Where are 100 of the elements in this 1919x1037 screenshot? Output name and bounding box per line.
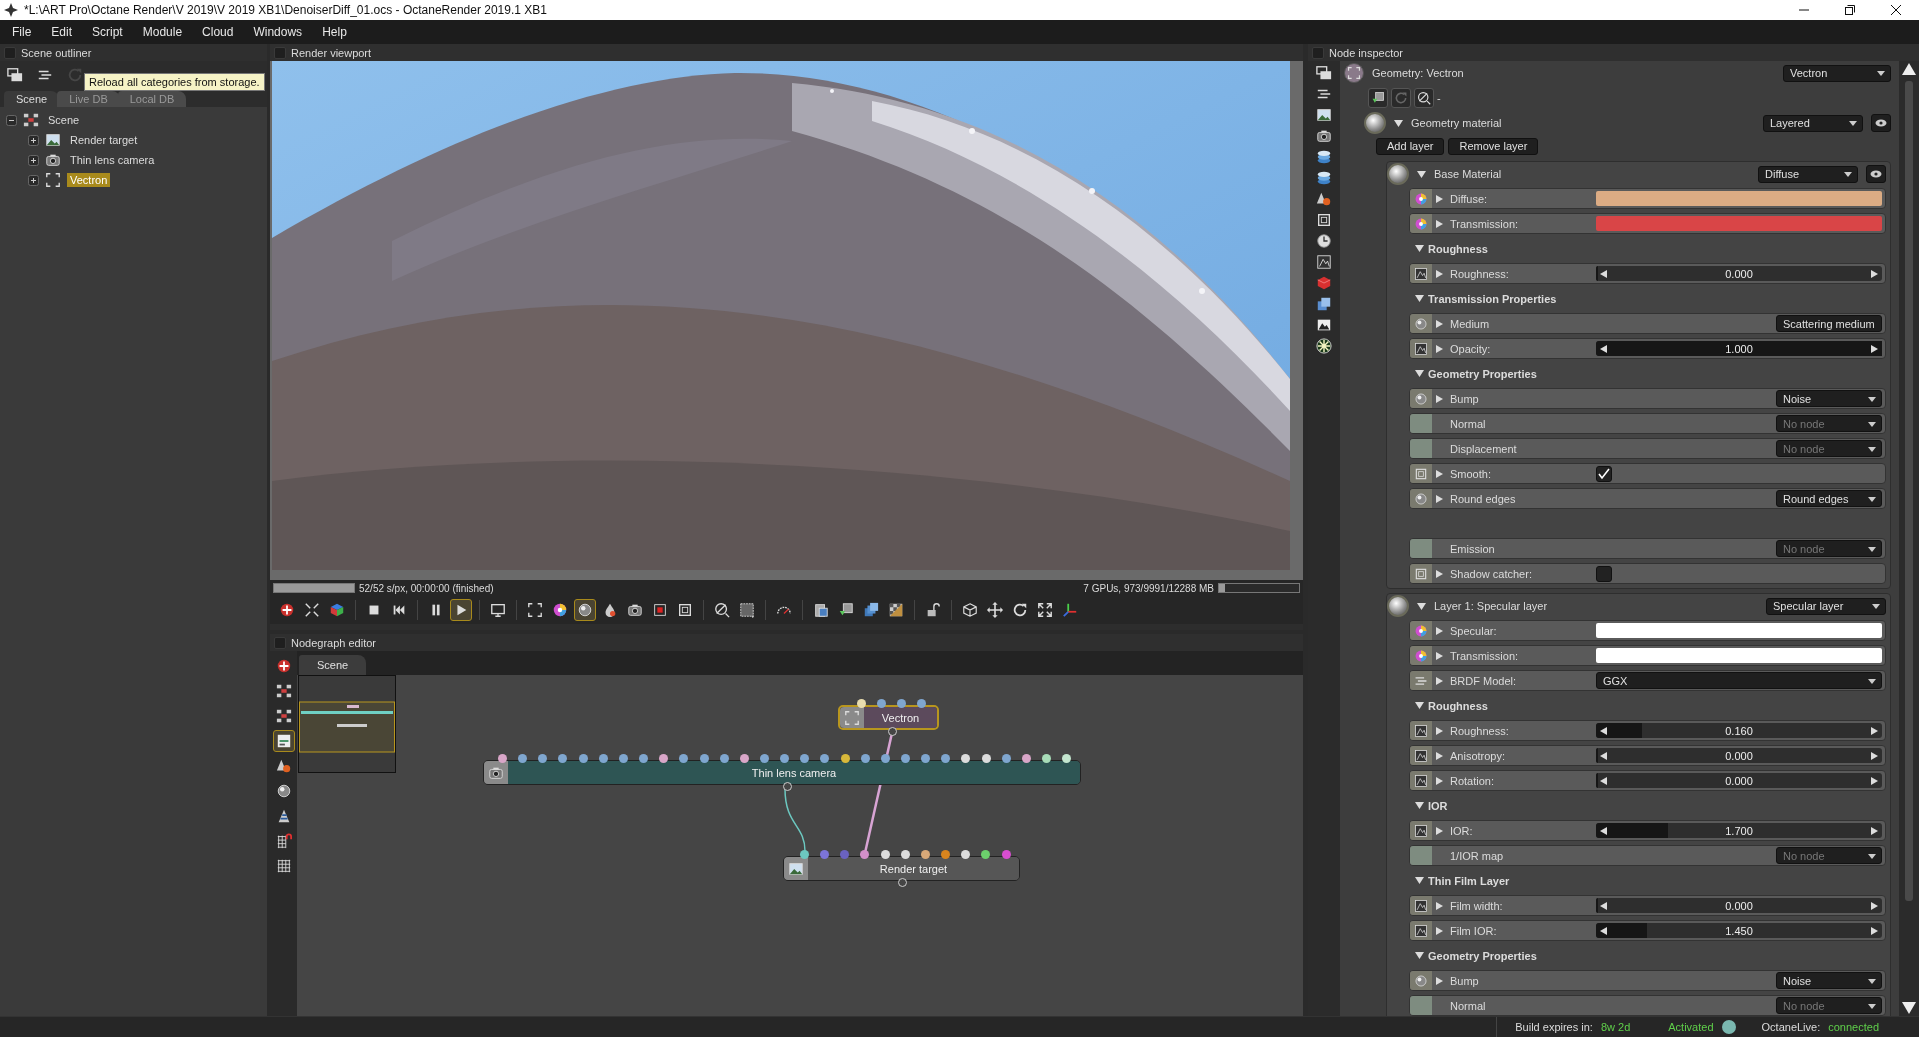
pin-button[interactable] bbox=[1410, 214, 1432, 233]
expand-arrow-icon[interactable] bbox=[1435, 319, 1443, 328]
increment-arrow-icon[interactable] bbox=[1871, 926, 1878, 935]
box-icon[interactable] bbox=[962, 602, 978, 618]
collapse-arrow-icon[interactable] bbox=[1417, 601, 1426, 611]
color-swatch[interactable] bbox=[1596, 216, 1882, 231]
input-pin[interactable] bbox=[897, 699, 907, 708]
expand-arrow-icon[interactable] bbox=[1435, 569, 1443, 578]
color-swatch[interactable] bbox=[1596, 191, 1882, 206]
layer-type-dropdown[interactable]: Specular layer bbox=[1766, 597, 1886, 615]
value-slider[interactable]: 1.000 bbox=[1596, 341, 1882, 356]
frame-icon[interactable] bbox=[677, 602, 693, 618]
value-slider[interactable]: 0.000 bbox=[1596, 898, 1882, 913]
checker-icon[interactable] bbox=[888, 602, 904, 618]
tab[interactable]: Scene bbox=[4, 91, 60, 107]
pin-button[interactable] bbox=[1410, 189, 1432, 208]
visibility-icon[interactable] bbox=[1871, 114, 1891, 132]
input-pin[interactable] bbox=[920, 850, 930, 859]
node-dropdown[interactable]: No node bbox=[1776, 540, 1882, 557]
graph-node[interactable]: Vectron bbox=[838, 705, 939, 730]
shapes-icon[interactable] bbox=[1316, 191, 1332, 207]
pin-button[interactable] bbox=[1410, 489, 1432, 508]
input-pin[interactable] bbox=[618, 754, 628, 763]
cube-icon[interactable] bbox=[329, 602, 345, 618]
input-pin[interactable] bbox=[880, 754, 890, 763]
magnet-grid-icon[interactable] bbox=[275, 833, 292, 849]
input-pin[interactable] bbox=[719, 754, 729, 763]
collapse-arrow-icon[interactable] bbox=[1415, 244, 1424, 253]
pin-button[interactable] bbox=[1410, 339, 1432, 358]
expand-arrow-icon[interactable] bbox=[1435, 826, 1443, 835]
expand-arrow-icon[interactable] bbox=[1435, 901, 1443, 910]
node-dropdown[interactable]: Noise bbox=[1776, 390, 1882, 407]
decrement-arrow-icon[interactable] bbox=[1600, 269, 1607, 278]
input-pin[interactable] bbox=[880, 850, 890, 859]
expand-arrow-icon[interactable] bbox=[1435, 469, 1443, 478]
menu-item[interactable]: File bbox=[2, 25, 42, 39]
scrollbar[interactable] bbox=[1899, 61, 1919, 1016]
input-pin[interactable] bbox=[759, 754, 769, 763]
input-pin[interactable] bbox=[578, 754, 588, 763]
value-slider[interactable]: 0.000 bbox=[1596, 266, 1882, 281]
sphere-icon[interactable] bbox=[275, 783, 292, 799]
graph-node[interactable]: Render target bbox=[783, 856, 1020, 881]
decrement-arrow-icon[interactable] bbox=[1600, 776, 1607, 785]
axes-icon[interactable] bbox=[1062, 602, 1078, 618]
node-dropdown[interactable]: Vectron bbox=[1783, 64, 1891, 82]
pin-button[interactable] bbox=[1410, 971, 1432, 990]
menu-item[interactable]: Script bbox=[82, 25, 133, 39]
input-pin[interactable] bbox=[558, 754, 568, 763]
menu-item[interactable]: Windows bbox=[243, 25, 313, 39]
disk-stack-icon[interactable] bbox=[1316, 149, 1332, 165]
input-pin[interactable] bbox=[1062, 754, 1072, 763]
graph-node[interactable]: Thin lens camera bbox=[483, 760, 1081, 785]
network-icon[interactable] bbox=[275, 683, 292, 699]
input-pin[interactable] bbox=[900, 850, 910, 859]
menu-item[interactable]: Help bbox=[312, 25, 357, 39]
input-pin[interactable] bbox=[820, 754, 830, 763]
node-dropdown[interactable]: No node bbox=[1776, 440, 1882, 457]
collapse-arrow-icon[interactable] bbox=[1415, 294, 1424, 303]
output-pin[interactable] bbox=[888, 727, 897, 736]
node-dropdown[interactable]: Scattering medium bbox=[1776, 315, 1882, 332]
node-dropdown[interactable]: No node bbox=[1776, 997, 1882, 1014]
input-pin[interactable] bbox=[780, 754, 790, 763]
texture-icon[interactable] bbox=[1316, 254, 1332, 270]
input-pin[interactable] bbox=[840, 850, 850, 859]
target-icon[interactable] bbox=[275, 658, 292, 674]
pin-button[interactable] bbox=[1410, 646, 1432, 665]
layer-type-dropdown[interactable]: Diffuse bbox=[1758, 165, 1858, 183]
tree-item[interactable]: Scene bbox=[45, 113, 83, 127]
input-pin[interactable] bbox=[1042, 754, 1052, 763]
output-pin[interactable] bbox=[783, 782, 792, 791]
decrement-arrow-icon[interactable] bbox=[1600, 926, 1607, 935]
input-pin[interactable] bbox=[840, 754, 850, 763]
minimap[interactable] bbox=[298, 675, 396, 773]
input-pin[interactable] bbox=[860, 850, 870, 859]
tree-item[interactable]: Render target bbox=[67, 133, 141, 147]
panel-icon[interactable] bbox=[275, 733, 292, 749]
input-pin[interactable] bbox=[981, 850, 991, 859]
scroll-up-icon[interactable] bbox=[1902, 63, 1916, 75]
input-pin[interactable] bbox=[699, 754, 709, 763]
color-swatch[interactable] bbox=[1596, 623, 1882, 638]
pin-button[interactable] bbox=[1410, 564, 1432, 583]
dock-handle[interactable] bbox=[1312, 46, 1324, 59]
input-pin[interactable] bbox=[498, 754, 507, 763]
increment-arrow-icon[interactable] bbox=[1871, 726, 1878, 735]
menu-item[interactable]: Module bbox=[132, 25, 193, 39]
clipboard-icon[interactable] bbox=[813, 602, 829, 618]
node-dropdown[interactable]: No node bbox=[1776, 847, 1882, 864]
disk-stack-icon[interactable] bbox=[1316, 170, 1332, 186]
camera-icon[interactable] bbox=[1316, 128, 1332, 144]
menu-item[interactable]: Cloud bbox=[192, 25, 244, 39]
collapse-arrow-icon[interactable] bbox=[1415, 951, 1424, 960]
input-pin[interactable] bbox=[921, 754, 931, 763]
pin-button[interactable] bbox=[1410, 821, 1432, 840]
collapse-toggle-icon[interactable] bbox=[6, 114, 17, 126]
reload-icon[interactable] bbox=[1394, 91, 1408, 105]
expand-arrow-icon[interactable] bbox=[1435, 219, 1443, 228]
input-pin[interactable] bbox=[1021, 754, 1031, 763]
checkbox[interactable] bbox=[1596, 465, 1612, 482]
increment-arrow-icon[interactable] bbox=[1871, 751, 1878, 760]
input-pin[interactable] bbox=[639, 754, 649, 763]
